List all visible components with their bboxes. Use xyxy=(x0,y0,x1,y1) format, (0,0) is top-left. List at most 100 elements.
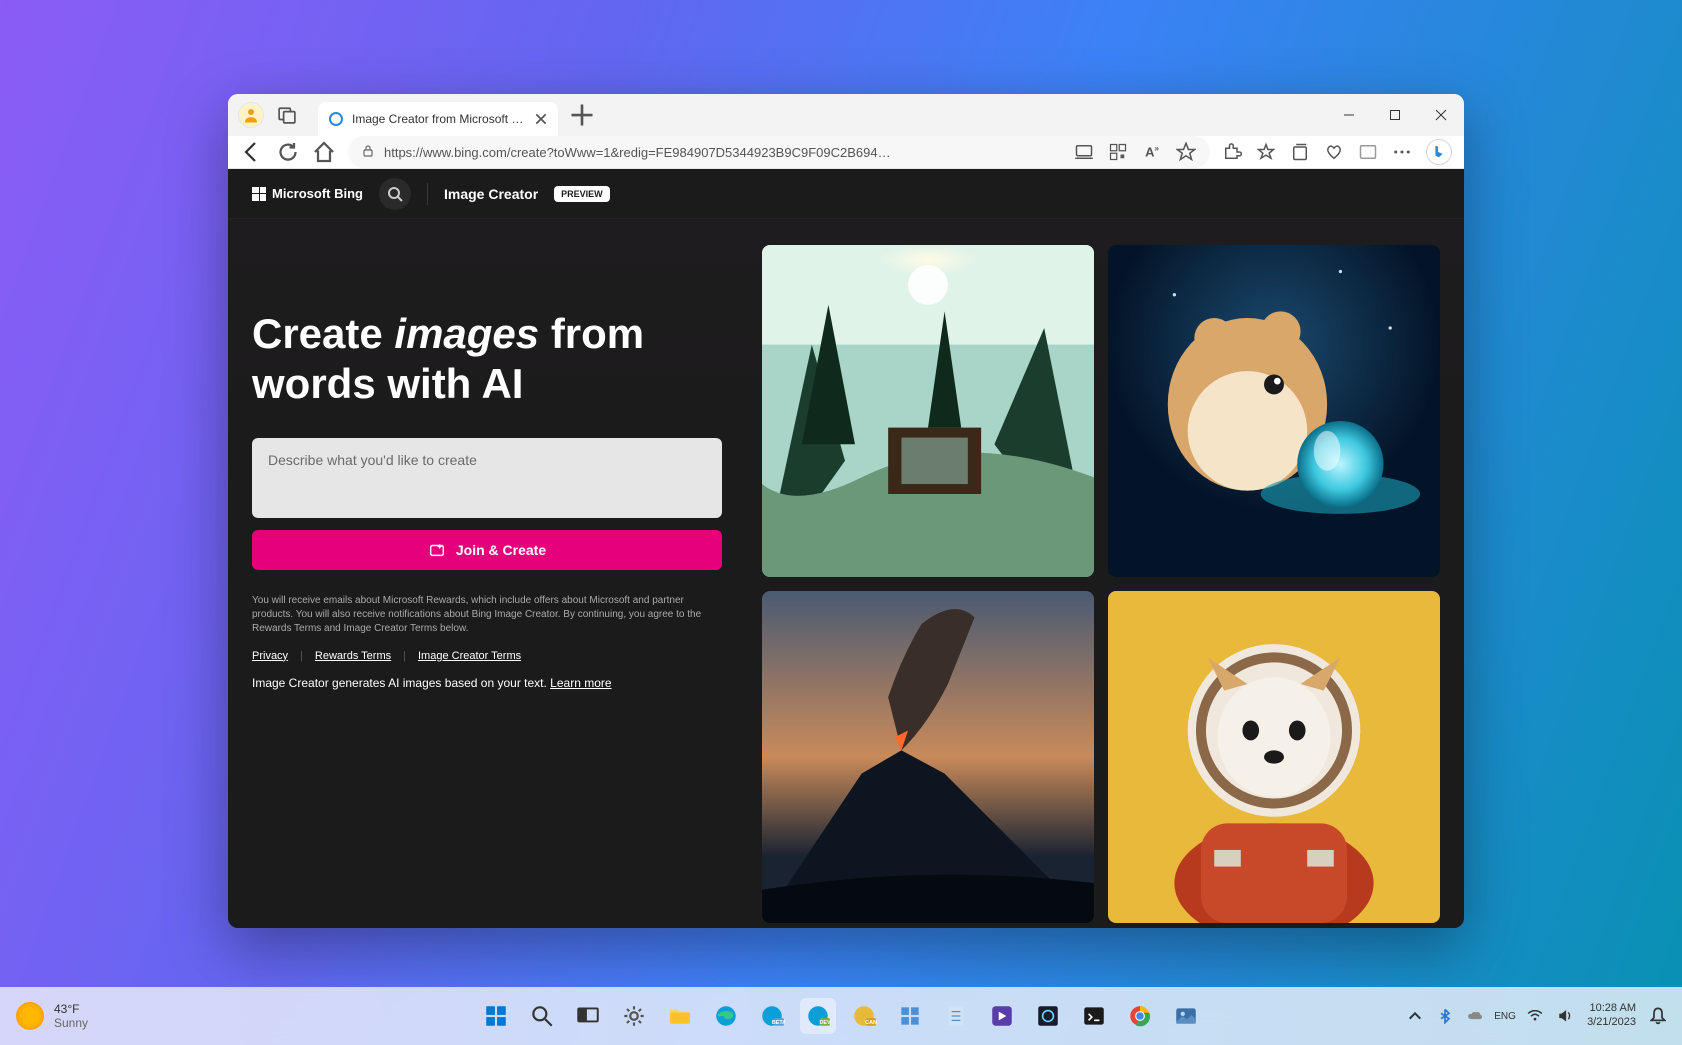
extensions-button[interactable] xyxy=(1222,142,1242,162)
sparkle-icon xyxy=(428,541,446,559)
minimize-button[interactable] xyxy=(1326,94,1372,136)
back-button[interactable] xyxy=(240,140,264,164)
prompt-input[interactable]: Describe what you'd like to create xyxy=(252,438,722,518)
edge-canary-icon: CAN xyxy=(851,1003,877,1029)
edge-beta-app[interactable]: BETA xyxy=(754,998,790,1034)
example-gallery xyxy=(762,239,1440,928)
browser-window: Image Creator from Microsoft Bi… https:/… xyxy=(228,94,1464,928)
edge-canary-app[interactable]: CAN xyxy=(846,998,882,1034)
notepad-app[interactable] xyxy=(938,998,974,1034)
tab-actions-button[interactable] xyxy=(278,106,296,124)
cloud-icon xyxy=(1467,1010,1483,1021)
tray-chevron[interactable] xyxy=(1407,1008,1423,1024)
copilot-app[interactable] xyxy=(1030,998,1066,1034)
profile-avatar[interactable] xyxy=(238,102,264,128)
browser-tab[interactable]: Image Creator from Microsoft Bi… xyxy=(318,102,558,136)
edge-dev-app[interactable]: DEV xyxy=(800,998,836,1034)
plus-icon xyxy=(568,101,596,129)
hero-column: Create images from words with AI Describ… xyxy=(252,239,722,928)
join-button-label: Join & Create xyxy=(456,542,546,558)
learn-more-link[interactable]: Learn more xyxy=(550,676,611,690)
collections-button[interactable] xyxy=(1290,142,1310,162)
edge-beta-icon: BETA xyxy=(759,1003,785,1029)
star-icon xyxy=(1176,142,1196,162)
page-content: Microsoft Bing Image Creator PREVIEW Cre… xyxy=(228,169,1464,928)
maximize-button[interactable] xyxy=(1372,94,1418,136)
settings-app[interactable] xyxy=(616,998,652,1034)
photos-app[interactable] xyxy=(1168,998,1204,1034)
clipchamp-app[interactable] xyxy=(984,998,1020,1034)
example-image xyxy=(1108,591,1440,923)
bing-b-icon xyxy=(1430,143,1448,161)
speaker-icon xyxy=(1557,1009,1573,1023)
sun-icon xyxy=(16,1002,44,1030)
bell-icon xyxy=(1650,1007,1666,1026)
url-actions: A» xyxy=(1074,142,1196,162)
wifi-tray[interactable] xyxy=(1527,1008,1543,1024)
task-view-button[interactable] xyxy=(570,998,606,1034)
tab-close-button[interactable] xyxy=(534,112,548,126)
weather-desc: Sunny xyxy=(54,1016,88,1030)
qr-icon xyxy=(1108,142,1128,162)
wifi-icon xyxy=(1527,1010,1543,1021)
start-button[interactable] xyxy=(478,998,514,1034)
privacy-link[interactable]: Privacy xyxy=(252,650,288,662)
qr-button[interactable] xyxy=(1108,142,1128,162)
creator-terms-link[interactable]: Image Creator Terms xyxy=(418,650,521,662)
lock-icon xyxy=(362,145,374,160)
bing-chat-button[interactable] xyxy=(1426,139,1452,165)
device-sync-button[interactable] xyxy=(1074,142,1094,162)
language-tray[interactable]: ENG xyxy=(1497,1008,1513,1024)
example-image xyxy=(762,591,1094,923)
chrome-app[interactable] xyxy=(1122,998,1158,1034)
close-icon xyxy=(534,112,548,126)
edge-dev-icon: DEV xyxy=(805,1003,831,1029)
brand-label: Microsoft Bing xyxy=(272,186,363,201)
favorites-button[interactable] xyxy=(1256,142,1276,162)
performance-button[interactable] xyxy=(1324,142,1344,162)
heart-pulse-icon xyxy=(1324,142,1344,162)
hero-title: Create images from words with AI xyxy=(252,309,722,410)
terminal-app[interactable] xyxy=(1076,998,1112,1034)
widgets-app[interactable] xyxy=(892,998,928,1034)
refresh-icon xyxy=(276,140,300,164)
chevron-up-icon xyxy=(1407,1008,1423,1024)
search-button[interactable] xyxy=(379,178,411,210)
weather-widget[interactable]: 43°F Sunny xyxy=(16,1002,88,1031)
dots-icon xyxy=(1392,142,1412,162)
search-button[interactable] xyxy=(524,998,560,1034)
read-aloud-button[interactable]: A» xyxy=(1142,142,1162,162)
onedrive-tray[interactable] xyxy=(1467,1008,1483,1024)
gear-icon xyxy=(621,1003,647,1029)
join-create-button[interactable]: Join & Create xyxy=(252,530,722,570)
volume-tray[interactable] xyxy=(1557,1008,1573,1024)
screenshot-button[interactable] xyxy=(1358,142,1378,162)
clock-tray[interactable]: 10:28 AM 3/21/2023 xyxy=(1587,1002,1636,1030)
favorite-button[interactable] xyxy=(1176,142,1196,162)
window-controls xyxy=(1326,94,1464,136)
web-capture-icon xyxy=(1358,142,1378,162)
bluetooth-tray[interactable] xyxy=(1437,1008,1453,1024)
file-explorer-app[interactable] xyxy=(662,998,698,1034)
url-input[interactable]: https://www.bing.com/create?toWww=1&redi… xyxy=(348,136,1210,168)
tab-bar: Image Creator from Microsoft Bi… xyxy=(228,94,1464,136)
puzzle-icon xyxy=(1222,142,1242,162)
star-plus-icon xyxy=(1256,142,1276,162)
bing-brand[interactable]: Microsoft Bing xyxy=(252,186,363,201)
disclaimer-text: You will receive emails about Microsoft … xyxy=(252,594,722,636)
windows-icon xyxy=(483,1003,509,1029)
notifications-tray[interactable] xyxy=(1650,1008,1666,1024)
refresh-button[interactable] xyxy=(276,140,300,164)
edge-app[interactable] xyxy=(708,998,744,1034)
tab-actions-icon xyxy=(278,106,296,124)
more-button[interactable] xyxy=(1392,142,1412,162)
separator xyxy=(427,183,428,205)
home-button[interactable] xyxy=(312,140,336,164)
svg-text:BETA: BETA xyxy=(772,1020,785,1026)
edge-icon xyxy=(713,1003,739,1029)
rewards-terms-link[interactable]: Rewards Terms xyxy=(315,650,391,662)
clipchamp-icon xyxy=(989,1003,1015,1029)
new-tab-button[interactable] xyxy=(568,101,596,129)
bing-favicon-icon xyxy=(328,111,344,127)
close-window-button[interactable] xyxy=(1418,94,1464,136)
